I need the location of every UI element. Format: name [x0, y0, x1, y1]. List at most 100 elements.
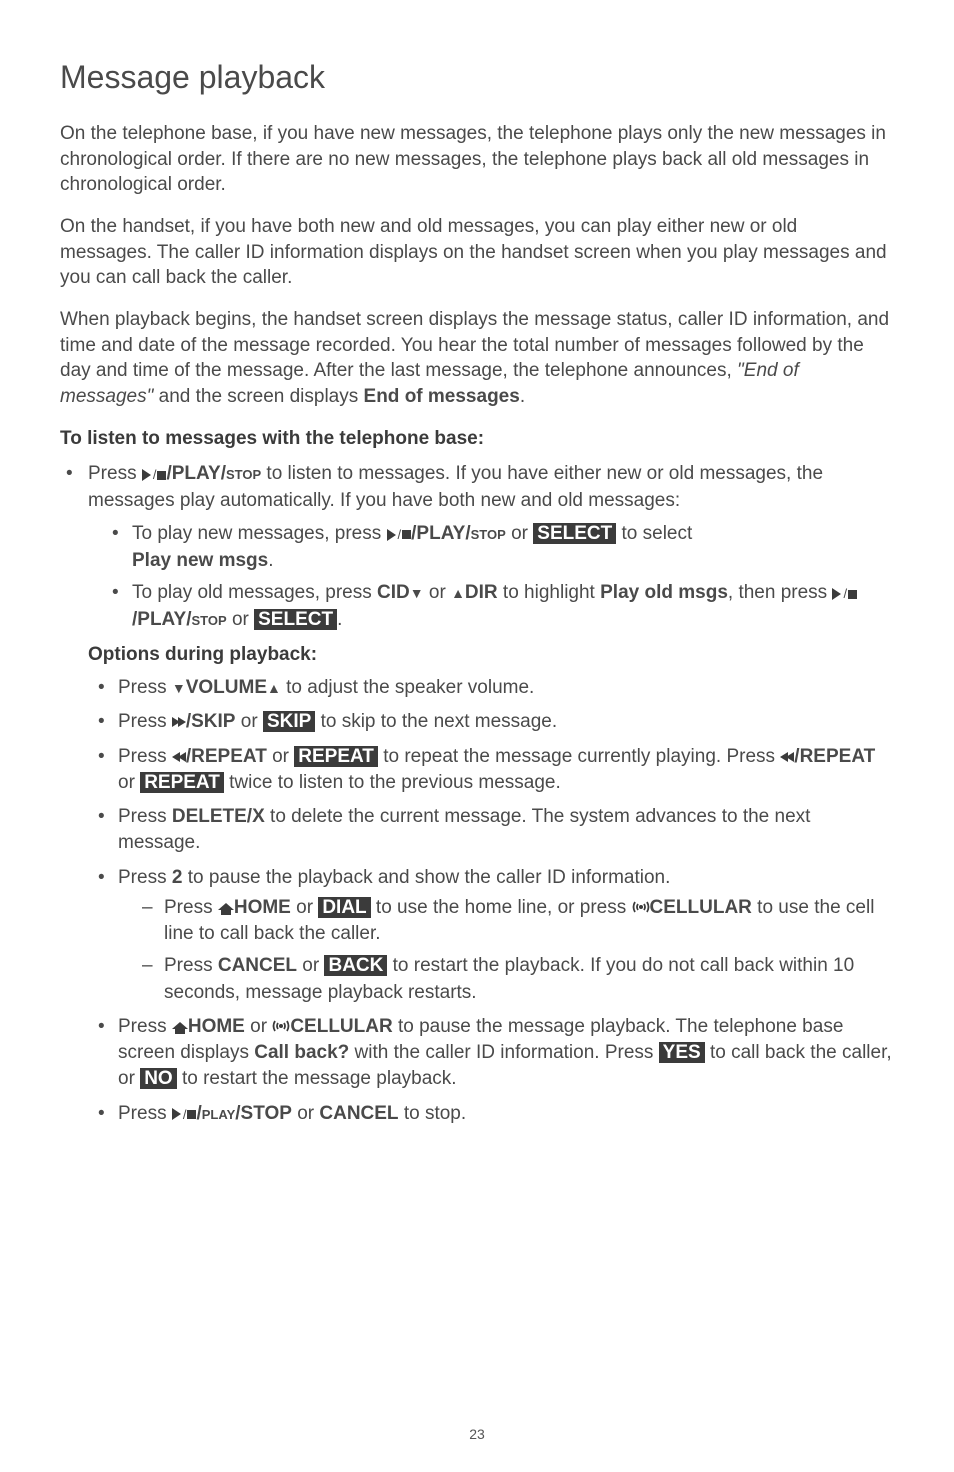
cancel-key: CANCEL — [319, 1103, 398, 1124]
skip-key: /SKIP — [186, 711, 236, 732]
callback-text: Call back? — [254, 1042, 349, 1063]
opt-delete: Press DELETE/X to delete the current mes… — [88, 804, 894, 856]
intro-para-1: On the telephone base, if you have new m… — [60, 121, 894, 198]
b12c: to highlight — [498, 582, 600, 603]
play-stop-icon: / — [387, 522, 412, 548]
sub-play-old: To play old messages, press CID or DIR t… — [108, 580, 894, 633]
o3a: Press — [118, 746, 172, 767]
repeat-key2: /REPEAT — [794, 746, 875, 767]
b12f: /PLAY/ — [132, 609, 192, 630]
dir-key: DIR — [465, 582, 498, 603]
subhead-listen: To listen to messages with the telephone… — [60, 426, 894, 452]
o51b: or — [291, 897, 318, 918]
select-key: SELECT — [254, 609, 337, 630]
o51c: to use the home line, or press — [371, 897, 632, 918]
home-icon — [172, 1018, 188, 1033]
cellular-icon — [632, 895, 650, 921]
o51a: Press — [164, 897, 218, 918]
o7c: play — [202, 1103, 235, 1124]
o1a: Press — [118, 677, 172, 698]
volume-key: VOLUME — [186, 677, 267, 698]
page-title: Message playback — [60, 56, 894, 99]
cellular-key: CELLULAR — [650, 897, 752, 918]
up-arrow-icon — [451, 582, 465, 603]
home-key: HOME — [188, 1016, 245, 1037]
b12g: stop — [192, 609, 227, 630]
cellular-key: CELLULAR — [290, 1016, 392, 1037]
back-softkey: BACK — [324, 955, 387, 976]
b11a: To play new messages, press — [132, 523, 387, 544]
o7e: or — [292, 1103, 319, 1124]
delete-key: DELETE/X — [172, 806, 265, 827]
select-key: SELECT — [533, 523, 616, 544]
b11b: /PLAY/ — [411, 523, 471, 544]
o7a: Press — [118, 1103, 172, 1124]
fast-forward-icon — [172, 711, 186, 732]
key-2: 2 — [172, 867, 183, 888]
o6f: to restart the message playback. — [177, 1068, 457, 1089]
o4a: Press — [118, 806, 172, 827]
o3c: to repeat the message currently playing.… — [378, 746, 780, 767]
o2c: to skip to the next message. — [315, 711, 557, 732]
b12b: or — [424, 582, 451, 603]
down-arrow-icon — [410, 582, 424, 603]
bullet-main: Press //PLAY/stop to listen to messages.… — [60, 461, 894, 633]
opt-2-home: Press HOME or DIAL to use the home line,… — [140, 895, 894, 948]
b12e: , then press — [728, 582, 833, 603]
b11c: stop — [471, 523, 506, 544]
yes-softkey: YES — [659, 1042, 705, 1063]
b1c: stop — [226, 463, 261, 484]
intro-para-3: When playback begins, the handset screen… — [60, 307, 894, 410]
rewind-icon — [780, 746, 794, 767]
rewind-icon — [172, 746, 186, 767]
home-icon — [218, 899, 234, 914]
o6a: Press — [118, 1016, 172, 1037]
down-arrow-icon — [172, 677, 186, 698]
opt-stop: Press //play/STOP or CANCEL to stop. — [88, 1101, 894, 1128]
dial-softkey: DIAL — [318, 897, 370, 918]
o1b: to adjust the speaker volume. — [281, 677, 534, 698]
b11d: or — [506, 523, 533, 544]
b12d: Play old msgs — [600, 582, 728, 603]
b1a: Press — [88, 463, 142, 484]
play-stop-icon: / — [832, 581, 857, 607]
b12a: To play old messages, press — [132, 582, 377, 603]
cid-key: CID — [377, 582, 410, 603]
opt-home-pause: Press HOME or CELLULAR to pause the mess… — [88, 1014, 894, 1093]
o7d: /STOP — [235, 1103, 292, 1124]
cancel-key: CANCEL — [218, 955, 297, 976]
no-softkey: NO — [140, 1068, 177, 1089]
repeat-softkey: REPEAT — [294, 746, 378, 767]
skip-softkey: SKIP — [263, 711, 315, 732]
o52a: Press — [164, 955, 218, 976]
opt-repeat: Press /REPEAT or REPEAT to repeat the me… — [88, 744, 894, 796]
o52b: or — [297, 955, 324, 976]
o5b: to pause the playback and show the calle… — [182, 867, 670, 888]
cellular-icon — [272, 1014, 290, 1040]
b12h: or — [227, 609, 254, 630]
options-heading: Options during playback: — [88, 642, 894, 668]
o6b: or — [245, 1016, 272, 1037]
opt-2-cancel: Press CANCEL or BACK to restart the play… — [140, 953, 894, 1005]
intro-para-2: On the handset, if you have both new and… — [60, 214, 894, 291]
repeat-softkey2: REPEAT — [140, 772, 224, 793]
p3-b: and the screen displays — [153, 386, 363, 407]
o2a: Press — [118, 711, 172, 732]
b1b: /PLAY/ — [166, 463, 226, 484]
repeat-key: /REPEAT — [186, 746, 267, 767]
page-number: 23 — [0, 1425, 954, 1444]
b11f: Play new msgs — [132, 550, 268, 571]
sub-play-new: To play new messages, press //PLAY/stop … — [108, 521, 894, 574]
o3f: twice to listen to the previous message. — [224, 772, 561, 793]
up-arrow-icon — [267, 677, 281, 698]
o5a: Press — [118, 867, 172, 888]
o6d: with the caller ID information. Press — [349, 1042, 658, 1063]
opt-press-2: Press 2 to pause the playback and show t… — [88, 865, 894, 1006]
opt-volume: Press VOLUME to adjust the speaker volum… — [88, 675, 894, 701]
b11e: to select — [616, 523, 692, 544]
p3-bold: End of messages — [364, 386, 520, 407]
o7f: to stop. — [399, 1103, 467, 1124]
o2b: or — [235, 711, 262, 732]
play-stop-icon: / — [172, 1102, 197, 1128]
o3e: or — [118, 772, 140, 793]
